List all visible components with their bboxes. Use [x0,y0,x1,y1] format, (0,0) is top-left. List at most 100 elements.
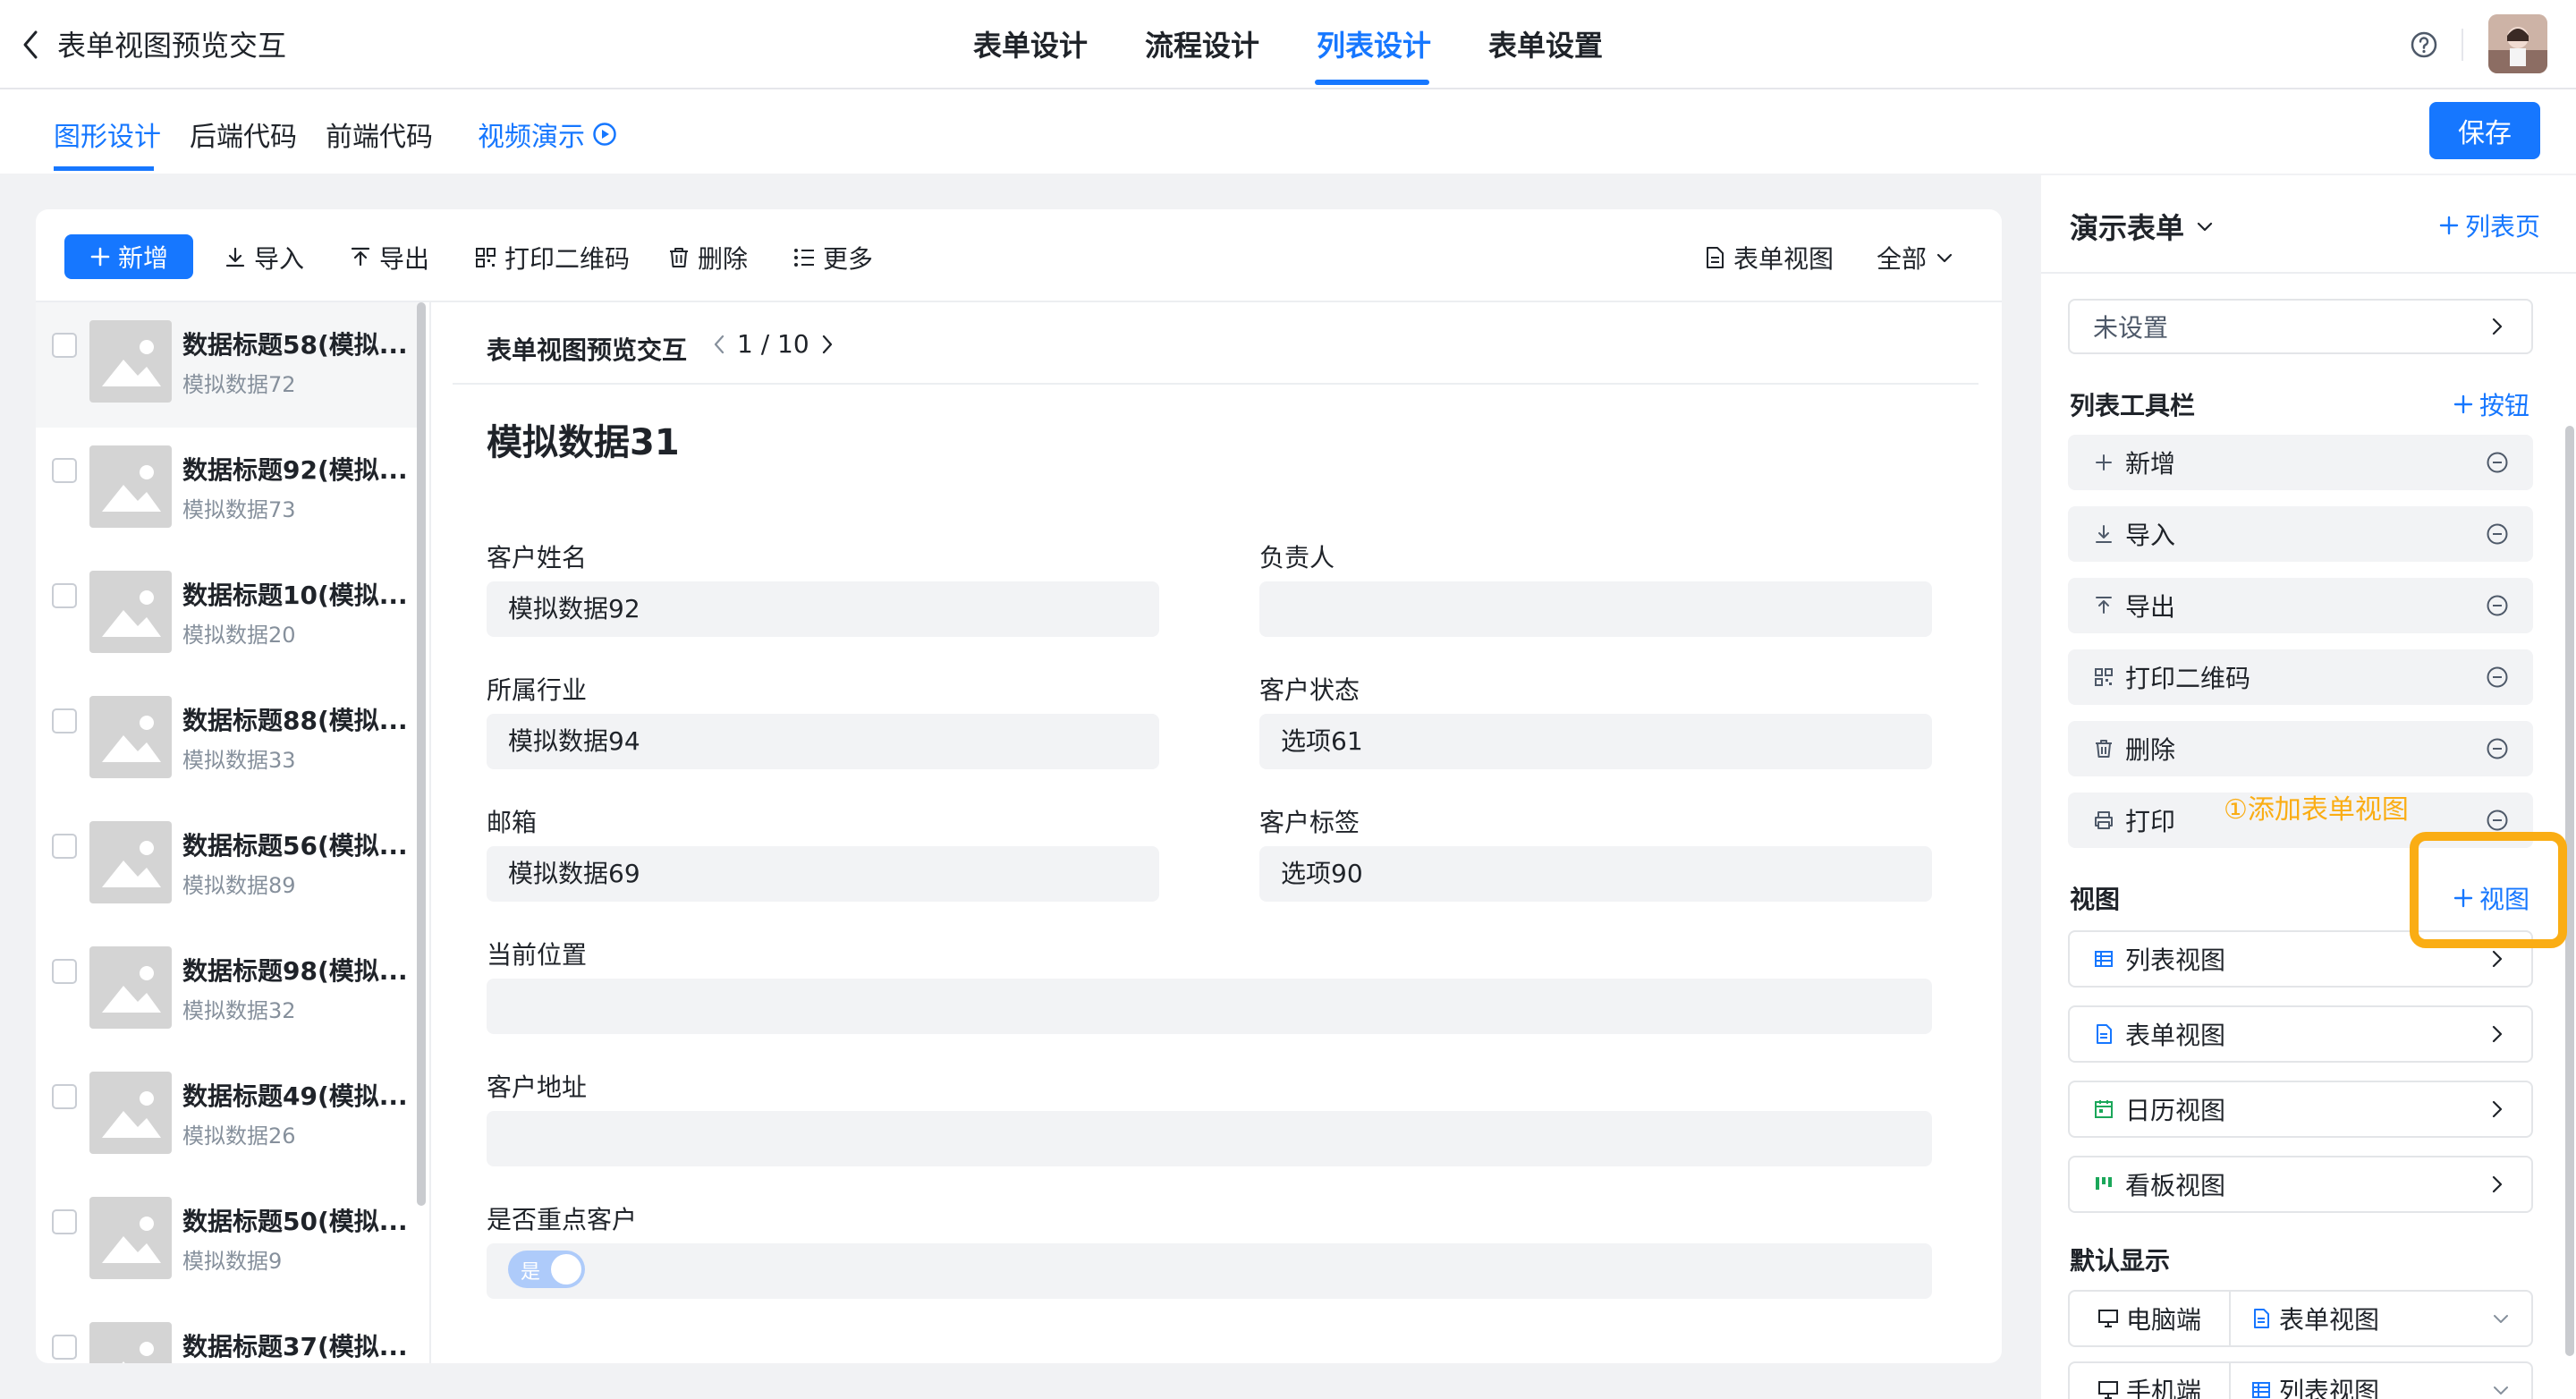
form-selector[interactable]: 演示表单 [2070,206,2216,247]
list-item[interactable]: 数据标题50(模拟... 模拟数据9 [36,1179,420,1304]
add-list-page-button[interactable]: 列表页 [2438,208,2540,243]
import-button[interactable]: 导入 [224,240,304,276]
chevron-left-icon[interactable] [710,332,728,357]
record-title: 数据标题92(模拟... [182,455,408,485]
default-view-select[interactable]: 列表视图 [2231,1363,2531,1399]
row-checkbox[interactable] [52,583,77,608]
row-checkbox[interactable] [52,959,77,984]
record-list[interactable]: 数据标题58(模拟... 模拟数据72 数据标题92(模拟... 模拟数据73 … [36,302,431,1363]
device-label-mobile: 手机端 [2070,1363,2231,1399]
active-tab-indicator [1315,80,1429,85]
image-placeholder-icon [89,1197,172,1279]
list-preview-panel: 新增 导入 导出 打印二维码 删除 更多 表单视图 全部 数据标题58(模拟..… [36,209,2002,1363]
remove-icon[interactable] [2485,450,2510,475]
default-view-select[interactable]: 表单视图 [2231,1292,2531,1345]
tab-form-settings[interactable]: 表单设置 [1488,23,1603,64]
add-button[interactable]: 新增 [64,234,193,279]
play-icon [592,122,617,147]
toolbar-item-export[interactable]: 导出 [2068,578,2533,633]
divider [2041,272,2576,274]
top-header [0,0,2576,89]
default-view-mobile[interactable]: 手机端 列表视图 [2068,1361,2533,1399]
record-subtitle: 模拟数据20 [182,623,296,648]
row-checkbox[interactable] [52,834,77,859]
row-checkbox[interactable] [52,1335,77,1360]
avatar[interactable] [2488,14,2547,73]
add-toolbar-button[interactable]: 按钮 [2453,386,2529,422]
record-title: 数据标题56(模拟... [182,831,408,861]
tab-list-design[interactable]: 列表设计 [1317,23,1431,64]
list-item[interactable]: 数据标题49(模拟... 模拟数据26 [36,1054,420,1179]
list-item[interactable]: 数据标题92(模拟... 模拟数据73 [36,428,420,553]
kanban-icon [2093,1174,2114,1195]
list-item[interactable]: 数据标题10(模拟... 模拟数据20 [36,553,420,678]
toolbar-item-import[interactable]: 导入 [2068,506,2533,562]
annotation-highlight-box [2410,832,2567,948]
form-view-label: 表单视图 [1733,244,1835,274]
row-checkbox[interactable] [52,458,77,483]
monitor-icon [2097,1308,2119,1329]
view-item-form[interactable]: 表单视图 [2068,1005,2533,1063]
list-item[interactable]: 数据标题88(模拟... 模拟数据33 [36,678,420,803]
subtab-frontend-code[interactable]: 前端代码 [326,114,433,154]
chevron-down-icon [2193,215,2216,238]
remove-icon[interactable] [2485,521,2510,547]
toolbar-item-print-qr[interactable]: 打印二维码 [2068,649,2533,705]
view-item-kanban[interactable]: 看板视图 [2068,1156,2533,1213]
print-qr-button[interactable]: 打印二维码 [474,240,630,276]
field-label-customer-name: 客户姓名 [487,543,588,572]
row-checkbox[interactable] [52,333,77,358]
tab-flow-design[interactable]: 流程设计 [1145,23,1259,64]
view-item-label: 表单视图 [2125,1021,2226,1050]
help-icon[interactable] [2410,30,2438,59]
row-checkbox[interactable] [52,1209,77,1234]
delete-label: 删除 [698,244,749,274]
record-subtitle: 模拟数据26 [182,1123,296,1149]
more-button[interactable]: 更多 [792,240,873,276]
save-button[interactable]: 保存 [2429,102,2540,159]
add-button-label: 新增 [117,243,168,273]
chevron-right-icon [2485,1097,2510,1122]
default-display-title: 默认显示 [2070,1246,2171,1276]
toolbar-item-delete[interactable]: 删除 [2068,721,2533,776]
record-title: 数据标题49(模拟... [182,1081,408,1111]
delete-button[interactable]: 删除 [667,240,748,276]
row-checkbox[interactable] [52,1084,77,1109]
tab-form-design[interactable]: 表单设计 [973,23,1088,64]
remove-icon[interactable] [2485,808,2510,833]
field-label-status: 客户状态 [1259,675,1360,705]
list-scrollbar[interactable] [417,302,426,1206]
qrcode-icon [2093,666,2114,688]
toolbar-section-title: 列表工具栏 [2070,391,2196,420]
row-checkbox[interactable] [52,708,77,733]
more-label: 更多 [823,244,874,274]
toolbar-item-add[interactable]: 新增 [2068,435,2533,490]
header-divider [2462,29,2463,61]
print-qr-label: 打印二维码 [504,244,631,274]
field-label-key-customer: 是否重点客户 [487,1205,638,1234]
list-item[interactable]: 数据标题98(模拟... 模拟数据32 [36,928,420,1054]
plus-icon [89,246,111,267]
unset-selector[interactable]: 未设置 [2068,299,2533,354]
export-button[interactable]: 导出 [349,240,429,276]
subtab-graphic-design[interactable]: 图形设计 [54,114,161,154]
video-demo-link[interactable]: 视频演示 [478,114,617,154]
remove-icon[interactable] [2485,593,2510,618]
remove-icon[interactable] [2485,736,2510,761]
default-view-desktop[interactable]: 电脑端 表单视图 [2068,1290,2533,1347]
list-item[interactable]: 数据标题37(模拟... [36,1304,420,1363]
export-label: 导出 [379,244,430,274]
back-icon[interactable] [18,27,43,63]
chevron-right-icon[interactable] [818,332,836,357]
subtab-backend-code[interactable]: 后端代码 [190,114,297,154]
key-customer-switch[interactable]: 是 [508,1251,585,1288]
form-view-switch[interactable]: 表单视图 [1703,240,1834,276]
list-item[interactable]: 数据标题58(模拟... 模拟数据72 [36,302,420,428]
filter-dropdown[interactable]: 全部 [1877,240,1955,276]
chevron-right-icon [2485,314,2510,339]
list-item[interactable]: 数据标题56(模拟... 模拟数据89 [36,803,420,928]
remove-icon[interactable] [2485,665,2510,690]
record-title: 数据标题98(模拟... [182,956,408,986]
tags-field: 选项90 [1259,846,1932,902]
view-item-calendar[interactable]: 日历视图 [2068,1081,2533,1138]
